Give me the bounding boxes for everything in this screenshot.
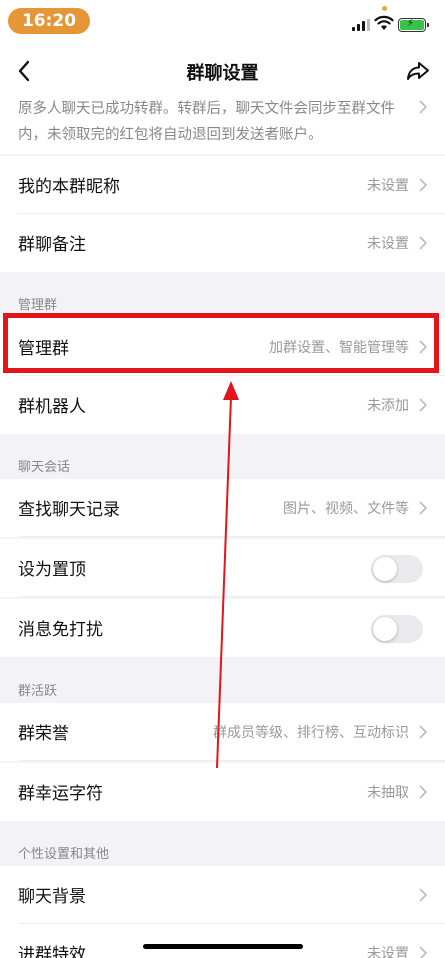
row-label: 设为置顶	[18, 560, 86, 580]
row-value: 未抽取	[367, 785, 409, 801]
row-label: 聊天背景	[18, 887, 86, 907]
row-label: 进群特效	[18, 945, 86, 958]
section-title: 管理群	[18, 298, 58, 313]
row-group-robot[interactable]: 群机器人 未添加	[0, 376, 445, 434]
row-label: 群荣誉	[18, 724, 69, 744]
section-header-activity: 群活跃	[0, 669, 445, 705]
wifi-icon	[374, 15, 394, 30]
chevron-right-icon	[419, 100, 428, 114]
row-my-nickname[interactable]: 我的本群昵称 未设置	[0, 156, 445, 214]
pin-toggle[interactable]	[371, 555, 423, 583]
share-icon[interactable]	[405, 58, 431, 84]
battery-icon: ⚡	[398, 18, 429, 32]
row-value: 未设置	[367, 946, 409, 958]
row-value: 未添加	[367, 398, 409, 414]
row-label: 群机器人	[18, 397, 86, 417]
row-pin-to-top: 设为置顶	[0, 539, 445, 597]
camera-indicator-icon	[382, 6, 387, 11]
row-search-chat-history[interactable]: 查找聊天记录 图片、视频、文件等	[0, 479, 445, 537]
row-entry-effect[interactable]: 进群特效 未设置	[0, 924, 445, 958]
row-value: 群成员等级、排行榜、互动标识	[213, 725, 409, 741]
section-title: 群活跃	[18, 684, 58, 699]
notice-text: 原多人聊天已成功转群。转群后，聊天文件会同步至群文件内，未领取完的红包将自动退回…	[18, 101, 395, 143]
annotation-highlight-box	[3, 313, 439, 373]
row-group-honor[interactable]: 群荣誉 群成员等级、排行榜、互动标识	[0, 703, 445, 761]
section-header-chat: 聊天会话	[0, 445, 445, 481]
status-bar: 16:20 ⚡	[0, 0, 445, 44]
section-title: 个性设置和其他	[18, 847, 110, 862]
row-label: 群聊备注	[18, 235, 86, 255]
section-title: 聊天会话	[18, 460, 71, 475]
chevron-right-icon	[419, 946, 428, 958]
page-title: 群聊设置	[186, 63, 259, 84]
chevron-right-icon	[419, 888, 428, 902]
row-do-not-disturb: 消息免打扰	[0, 599, 445, 657]
row-label: 群幸运字符	[18, 784, 103, 804]
chevron-right-icon	[419, 178, 428, 192]
chevron-right-icon	[419, 398, 428, 412]
row-lucky-character[interactable]: 群幸运字符 未抽取	[0, 763, 445, 821]
chevron-right-icon	[419, 785, 428, 799]
row-group-remark[interactable]: 群聊备注 未设置	[0, 214, 445, 272]
row-value: 未设置	[367, 178, 409, 194]
row-label: 消息免打扰	[18, 620, 103, 640]
row-label: 我的本群昵称	[18, 177, 120, 197]
row-value: 未设置	[367, 236, 409, 252]
mute-toggle[interactable]	[371, 615, 423, 643]
row-value: 图片、视频、文件等	[283, 501, 409, 517]
group-convert-notice[interactable]: 原多人聊天已成功转群。转群后，聊天文件会同步至群文件内，未领取完的红包将自动退回…	[0, 90, 445, 154]
chevron-right-icon	[419, 725, 428, 739]
chevron-right-icon	[419, 236, 428, 250]
row-chat-background[interactable]: 聊天背景	[0, 866, 445, 924]
chevron-right-icon	[419, 501, 428, 515]
status-time: 16:20	[8, 8, 90, 34]
home-indicator[interactable]	[143, 944, 303, 949]
row-label: 查找聊天记录	[18, 500, 120, 520]
signal-icon	[352, 19, 372, 31]
section-header-personal: 个性设置和其他	[0, 832, 445, 868]
